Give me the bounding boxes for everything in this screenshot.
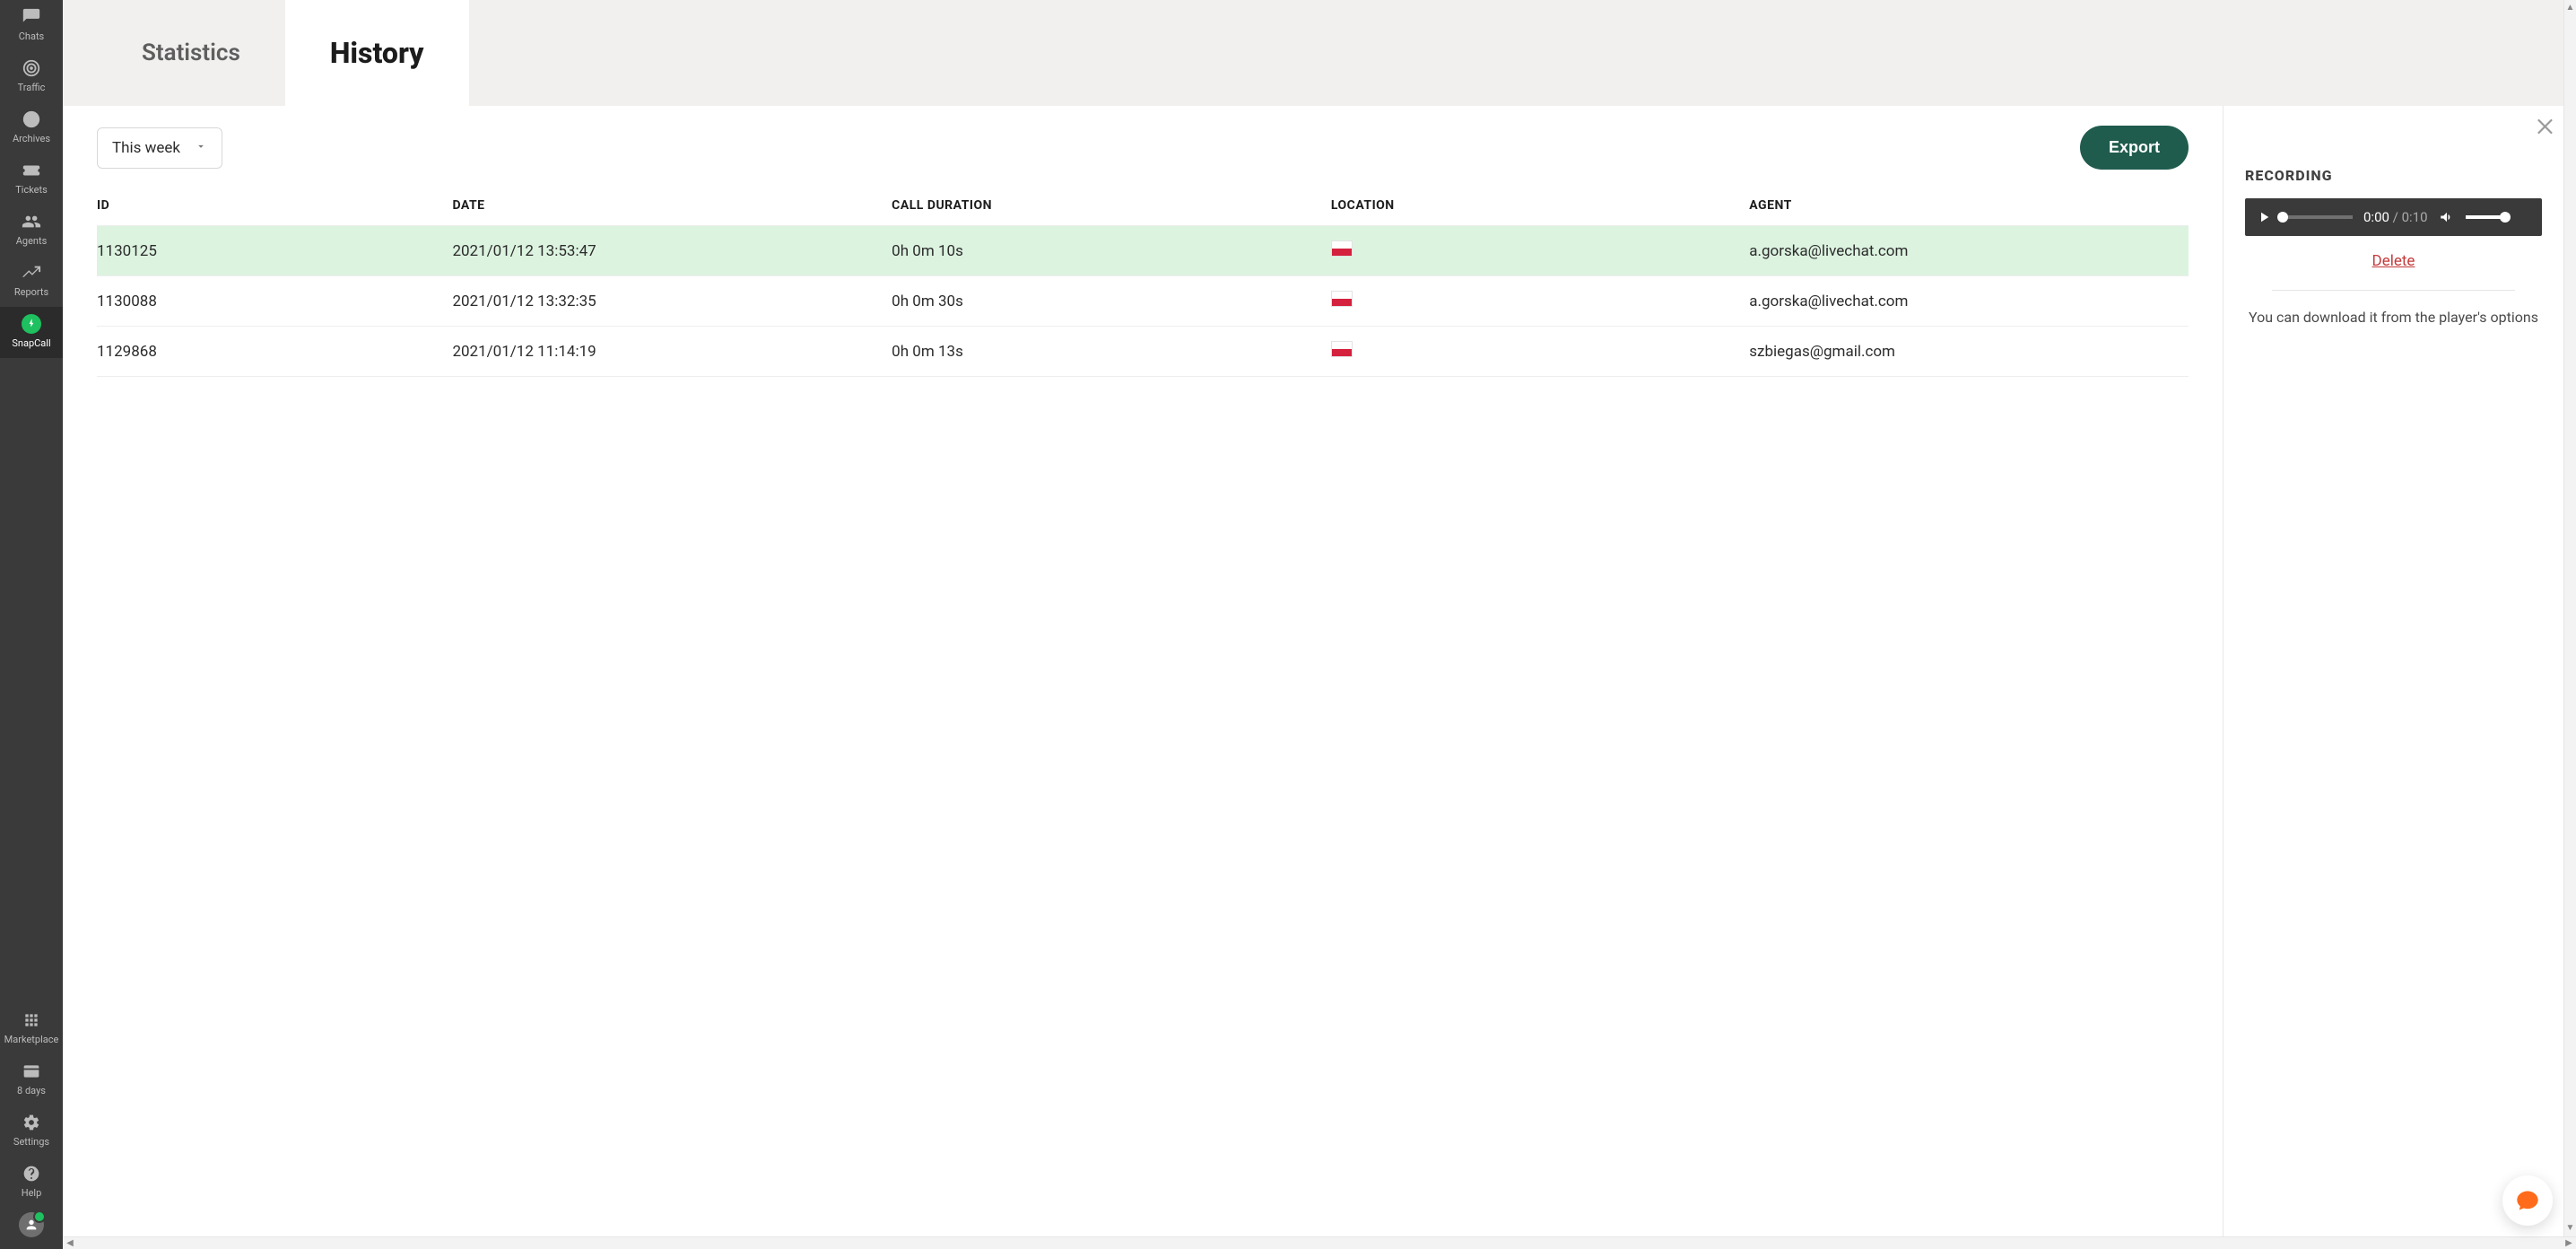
tab-history[interactable]: History [285,0,469,106]
cell-id: 1130088 [97,276,452,327]
col-id: ID [97,186,452,226]
sidebar: Chats Traffic Archives Tickets Agents [0,0,63,1249]
cell-location [1331,327,1749,377]
grid-icon [22,1010,41,1030]
calls-table: ID DATE CALL DURATION LOCATION AGENT 113… [97,186,2189,377]
cell-id: 1130125 [97,226,452,276]
cell-duration: 0h 0m 10s [892,226,1331,276]
audio-player: 0:00 / 0:10 [2245,198,2542,236]
sidebar-item-label: Marketplace [4,1034,59,1045]
cell-duration: 0h 0m 30s [892,276,1331,327]
scroll-down-icon[interactable]: ▼ [2564,1220,2576,1235]
tab-statistics[interactable]: Statistics [97,0,285,106]
sidebar-item-label: 8 days [17,1085,46,1096]
cell-date: 2021/01/12 13:53:47 [452,226,892,276]
close-icon[interactable] [2535,115,2558,142]
cell-date: 2021/01/12 13:32:35 [452,276,892,327]
col-date: DATE [452,186,892,226]
recording-panel: RECORDING 0:00 / 0:10 [2223,106,2563,1236]
volume-handle-icon[interactable] [2500,212,2511,223]
agents-icon [22,212,41,231]
cell-agent: szbiegas@gmail.com [1749,327,2189,377]
table-row[interactable]: 11300882021/01/12 13:32:350h 0m 30s a.gor… [97,276,2189,327]
scroll-left-icon[interactable]: ◀ [63,1237,77,1249]
chat-fab[interactable] [2502,1175,2553,1226]
target-icon [22,58,41,78]
volume-track[interactable] [2466,215,2505,219]
cell-location [1331,226,1749,276]
sidebar-item-help[interactable]: Help [0,1157,63,1208]
sidebar-item-chats[interactable]: Chats [0,0,63,51]
sidebar-item-reports[interactable]: Reports [0,256,63,307]
sidebar-item-traffic[interactable]: Traffic [0,51,63,102]
sidebar-item-label: Tickets [15,184,48,196]
vertical-scrollbar[interactable]: ▲ ▼ [2563,0,2576,1249]
time-display: 0:00 / 0:10 [2363,209,2428,225]
sidebar-item-tickets[interactable]: Tickets [0,153,63,205]
flag-poland-icon [1331,291,1353,307]
seek-handle-icon[interactable] [2277,212,2288,223]
date-range-dropdown[interactable]: This week [97,127,222,169]
divider [2272,290,2515,291]
chat-icon [22,7,41,27]
sidebar-item-label: Chats [19,31,44,42]
sidebar-item-label: Settings [13,1136,49,1148]
tabs-bar: Statistics History [63,0,2563,106]
table-row[interactable]: 11301252021/01/12 13:53:470h 0m 10s a.gor… [97,226,2189,276]
clock-icon [22,109,41,129]
sidebar-item-label: SnapCall [12,337,50,349]
card-icon [22,1061,41,1081]
snapcall-icon [22,314,41,334]
cell-date: 2021/01/12 11:14:19 [452,327,892,377]
cell-agent: a.gorska@livechat.com [1749,276,2189,327]
scroll-up-icon[interactable]: ▲ [2564,0,2576,14]
horizontal-scrollbar[interactable]: ◀ ▶ [63,1236,2576,1249]
sidebar-item-days[interactable]: 8 days [0,1054,63,1105]
sidebar-item-marketplace[interactable]: Marketplace [0,1003,63,1054]
gear-icon [22,1113,41,1132]
main: Statistics History This week Export [63,0,2576,1249]
flag-poland-icon [1331,341,1353,357]
download-hint: You can download it from the player's op… [2245,309,2542,326]
col-duration: CALL DURATION [892,186,1331,226]
sidebar-item-settings[interactable]: Settings [0,1105,63,1157]
status-online-icon [33,1210,46,1223]
chevron-down-icon [195,139,207,157]
export-button[interactable]: Export [2080,126,2189,170]
sidebar-avatar[interactable] [0,1208,63,1249]
cell-agent: a.gorska@livechat.com [1749,226,2189,276]
sidebar-item-label: Archives [13,133,50,144]
sidebar-item-snapcall[interactable]: SnapCall [0,307,63,358]
cell-id: 1129868 [97,327,452,377]
cell-duration: 0h 0m 13s [892,327,1331,377]
sidebar-item-label: Agents [16,235,48,247]
play-icon[interactable] [2256,209,2272,225]
sidebar-item-agents[interactable]: Agents [0,205,63,256]
delete-link[interactable]: Delete [2372,252,2415,270]
flag-poland-icon [1331,240,1353,257]
sidebar-item-label: Reports [14,286,48,298]
trend-icon [22,263,41,283]
cell-location [1331,276,1749,327]
help-icon [22,1164,41,1183]
volume-icon[interactable] [2439,209,2455,225]
sidebar-item-label: Help [22,1187,42,1199]
history-table-zone: This week Export ID DATE CALL DURATION [63,106,2223,1236]
table-row[interactable]: 11298682021/01/12 11:14:190h 0m 13s szbie… [97,327,2189,377]
sidebar-item-label: Traffic [18,82,46,93]
total-time: 0:10 [2402,209,2428,225]
seek-track[interactable] [2283,215,2353,219]
col-location: LOCATION [1331,186,1749,226]
date-range-label: This week [112,139,180,157]
sidebar-item-archives[interactable]: Archives [0,102,63,153]
ticket-icon [22,161,41,180]
col-agent: AGENT [1749,186,2189,226]
current-time: 0:00 [2363,209,2389,225]
scroll-right-icon[interactable]: ▶ [2562,1237,2576,1249]
panel-title: RECORDING [2245,167,2542,184]
